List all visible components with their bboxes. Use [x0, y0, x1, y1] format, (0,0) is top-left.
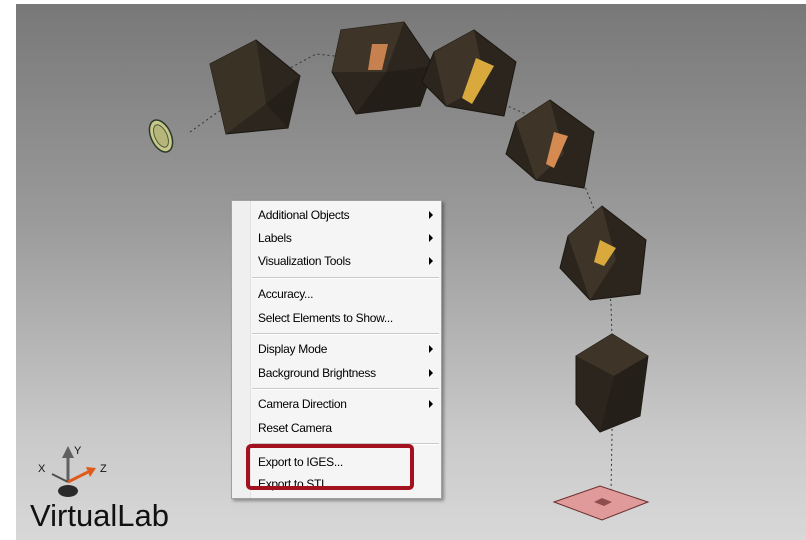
export-highlight-box	[246, 444, 414, 490]
optical-element-6[interactable]	[575, 333, 649, 433]
menu-item-label: Accuracy...	[258, 287, 314, 301]
brand-label: VirtualLab	[30, 498, 170, 533]
submenu-arrow-icon	[429, 211, 433, 219]
detector[interactable]	[552, 485, 650, 521]
menu-item-accuracy[interactable]: Accuracy...	[258, 283, 433, 305]
axis-z-label: Z	[100, 463, 107, 475]
menu-item-display-mode[interactable]: Display Mode	[258, 338, 433, 360]
menu-item-labels[interactable]: Labels	[258, 227, 433, 249]
menu-item-label: Visualization Tools	[258, 254, 351, 268]
menu-item-label: Reset Camera	[258, 421, 332, 435]
submenu-arrow-icon	[429, 345, 433, 353]
axis-x-label: X	[38, 463, 46, 475]
optical-element-2[interactable]	[331, 21, 435, 115]
optical-element-4[interactable]	[505, 99, 595, 189]
menu-item-visualization-tools[interactable]: Visualization Tools	[258, 250, 433, 272]
light-source[interactable]	[145, 116, 177, 155]
menu-item-label: Labels	[258, 231, 292, 245]
menu-item-label: Display Mode	[258, 342, 328, 356]
menu-separator	[252, 388, 439, 390]
menu-separator	[252, 333, 439, 335]
optical-element-3[interactable]	[421, 29, 517, 117]
menu-item-reset-camera[interactable]: Reset Camera	[258, 417, 433, 439]
menu-item-label: Camera Direction	[258, 397, 347, 411]
axis-y-label: Y	[74, 445, 82, 457]
submenu-arrow-icon	[429, 369, 433, 377]
menu-item-label: Background Brightness	[258, 366, 376, 380]
submenu-arrow-icon	[429, 234, 433, 242]
optical-element-1[interactable]	[209, 39, 301, 135]
submenu-arrow-icon	[429, 400, 433, 408]
menu-separator	[252, 277, 439, 279]
optical-element-5[interactable]	[559, 205, 647, 301]
menu-item-label: Additional Objects	[258, 208, 350, 222]
menu-item-background-brightness[interactable]: Background Brightness	[258, 362, 433, 384]
submenu-arrow-icon	[429, 257, 433, 265]
menu-item-additional-objects[interactable]: Additional Objects	[258, 204, 433, 226]
menu-item-label: Select Elements to Show...	[258, 311, 393, 325]
axis-triad: Y Z X	[38, 445, 107, 497]
screenshot: Y Z X VirtualLab Additional Objects Labe…	[0, 0, 806, 540]
menu-item-select-elements[interactable]: Select Elements to Show...	[258, 307, 433, 329]
menu-item-camera-direction[interactable]: Camera Direction	[258, 393, 433, 415]
